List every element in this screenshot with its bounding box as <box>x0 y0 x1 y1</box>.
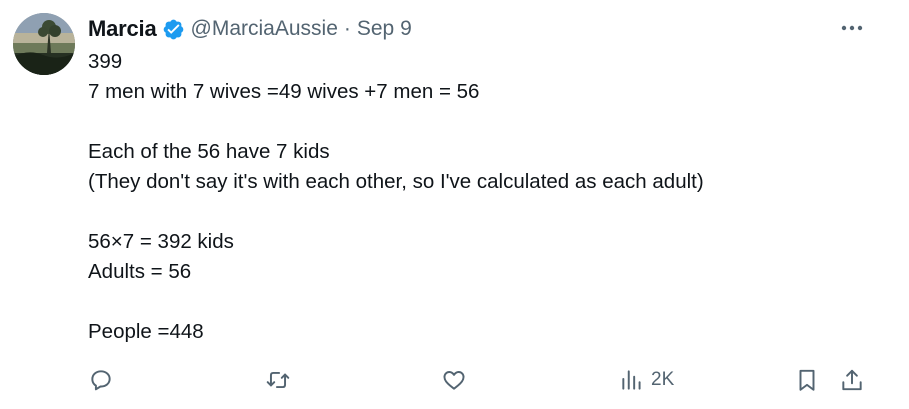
bookmark-icon <box>794 367 820 393</box>
timestamp[interactable]: Sep 9 <box>357 17 412 41</box>
share-button[interactable] <box>839 362 865 398</box>
reply-button[interactable] <box>88 362 114 398</box>
tweet-line: 7 men with 7 wives =49 wives +7 men = 56 <box>88 80 480 103</box>
like-icon <box>441 367 467 393</box>
views-button[interactable]: 2K <box>619 362 674 398</box>
tweet-line <box>88 107 868 137</box>
tweet-line: Adults = 56 <box>88 260 192 283</box>
tweet-line: (They don't say it's with each other, so… <box>88 170 704 193</box>
retweet-button[interactable] <box>265 362 291 398</box>
share-icon <box>839 367 865 393</box>
verified-badge-icon[interactable] <box>162 18 185 41</box>
separator-dot: · <box>343 17 351 40</box>
action-bar: 2K <box>0 362 909 398</box>
tweet-line: People =448 <box>88 320 204 343</box>
tweet-line: 399 <box>88 50 123 73</box>
views-icon <box>619 367 645 393</box>
handle[interactable]: @MarciaAussie <box>191 17 338 41</box>
avatar[interactable] <box>13 13 75 75</box>
more-icon[interactable] <box>836 16 868 40</box>
like-button[interactable] <box>441 362 467 398</box>
retweet-icon <box>265 367 291 393</box>
views-count: 2K <box>651 369 675 390</box>
tweet[interactable]: Marcia @MarciaAussie · Sep 9 399 7 men w… <box>0 0 909 409</box>
display-name[interactable]: Marcia <box>88 16 157 42</box>
tweet-line <box>88 287 868 317</box>
bookmark-button[interactable] <box>794 362 820 398</box>
tweet-line: 56×7 = 392 kids <box>88 230 234 253</box>
reply-icon <box>88 367 114 393</box>
tweet-header: Marcia @MarciaAussie · Sep 9 <box>88 14 412 44</box>
tweet-text: 399 7 men with 7 wives =49 wives +7 men … <box>88 47 868 347</box>
tweet-line: Each of the 56 have 7 kids <box>88 140 330 163</box>
tweet-line <box>88 197 868 227</box>
